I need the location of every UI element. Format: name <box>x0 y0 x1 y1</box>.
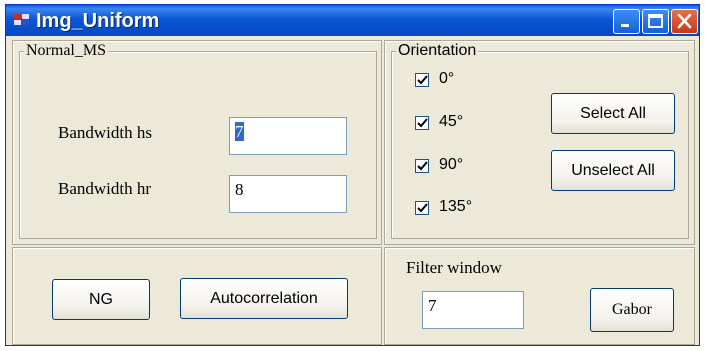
orientation-label-45: 45° <box>439 113 464 130</box>
maximize-button[interactable] <box>642 9 669 34</box>
minimize-icon <box>621 24 629 27</box>
bandwidth-hs-value: 7 <box>235 122 244 141</box>
orientation-checkbox-45[interactable] <box>415 116 429 130</box>
maximize-icon <box>648 14 663 28</box>
window-title: Img_Uniform <box>36 10 160 32</box>
normal-ms-legend: Normal_MS <box>24 42 108 60</box>
filter-window-input[interactable]: 7 <box>422 291 524 329</box>
orientation-label-0: 0° <box>439 70 455 87</box>
filter-window-panel: Filter window 7 Gabor <box>384 247 695 345</box>
orientation-panel: Orientation 0° 45° 90° 135° Select All U… <box>384 40 695 245</box>
bandwidth-hr-value: 8 <box>235 180 244 199</box>
checkmark-icon <box>417 118 428 128</box>
autocorrelation-button[interactable]: Autocorrelation <box>180 278 348 319</box>
img-uniform-window: Img_Uniform Normal_MS Bandwidth hs 7 Ban… <box>5 4 700 346</box>
bandwidth-hs-label: Bandwidth hs <box>58 123 152 142</box>
orientation-checkbox-90[interactable] <box>415 159 429 173</box>
checkmark-icon <box>417 75 428 85</box>
checkmark-icon <box>417 203 428 213</box>
close-button[interactable] <box>671 9 698 34</box>
orientation-legend: Orientation <box>396 42 479 60</box>
checkmark-icon <box>417 161 428 171</box>
bandwidth-hr-input[interactable]: 8 <box>229 175 347 213</box>
orientation-label-90: 90° <box>439 156 464 173</box>
client-area: Normal_MS Bandwidth hs 7 Bandwidth hr 8 … <box>6 36 699 345</box>
filter-window-value: 7 <box>428 296 437 315</box>
app-icon <box>14 14 29 25</box>
gabor-button[interactable]: Gabor <box>590 288 674 332</box>
select-all-button[interactable]: Select All <box>551 93 675 134</box>
actions-panel: NG Autocorrelation <box>12 247 382 345</box>
unselect-all-button[interactable]: Unselect All <box>551 150 675 191</box>
normal-ms-panel: Normal_MS Bandwidth hs 7 Bandwidth hr 8 <box>12 40 382 245</box>
orientation-label-135: 135° <box>439 198 473 215</box>
bandwidth-hr-label: Bandwidth hr <box>58 179 152 198</box>
orientation-group: Orientation <box>391 42 689 239</box>
title-bar[interactable]: Img_Uniform <box>6 5 699 36</box>
filter-window-label: Filter window <box>406 258 502 277</box>
bandwidth-hs-input[interactable]: 7 <box>229 117 347 155</box>
close-icon <box>677 13 692 29</box>
ng-button[interactable]: NG <box>52 279 150 320</box>
orientation-checkbox-135[interactable] <box>415 201 429 215</box>
orientation-checkbox-0[interactable] <box>415 73 429 87</box>
minimize-button[interactable] <box>613 9 640 34</box>
